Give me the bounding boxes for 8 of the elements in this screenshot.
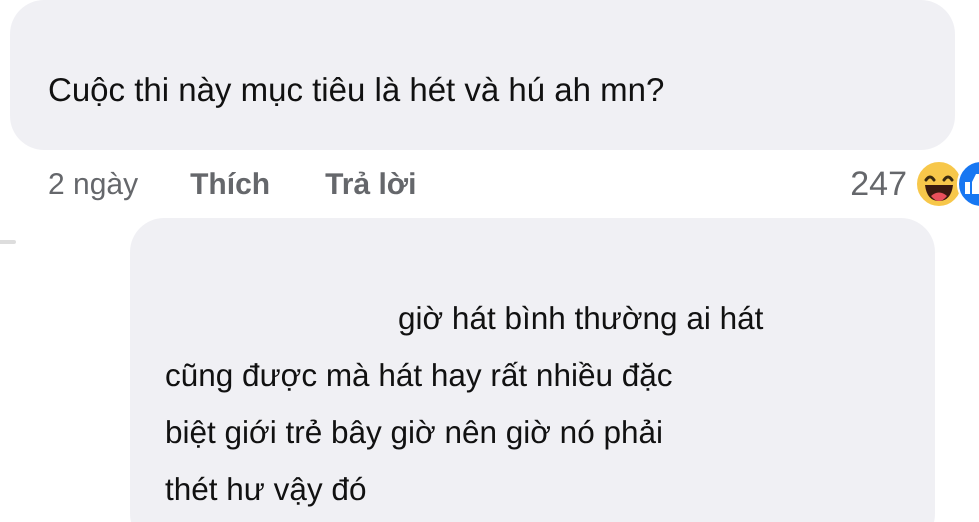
reply-text: giờ hát bình thường ai hát cũng được mà hát hay rất nhiều đặc biệt giới trẻ bây giờ nên giờ nó phải thét hư vậy đó [165,299,764,509]
time-label: 2 ngày [48,166,138,202]
reaction-count: 247 [850,164,907,204]
thread-line [0,238,16,246]
comment-text: Cuộc thi này mục tiêu là hét và hú ah mn? [48,70,666,110]
like-icon [957,160,979,208]
like-link[interactable]: Thích [190,162,270,206]
reply-link[interactable]: Trả lời [325,162,416,206]
